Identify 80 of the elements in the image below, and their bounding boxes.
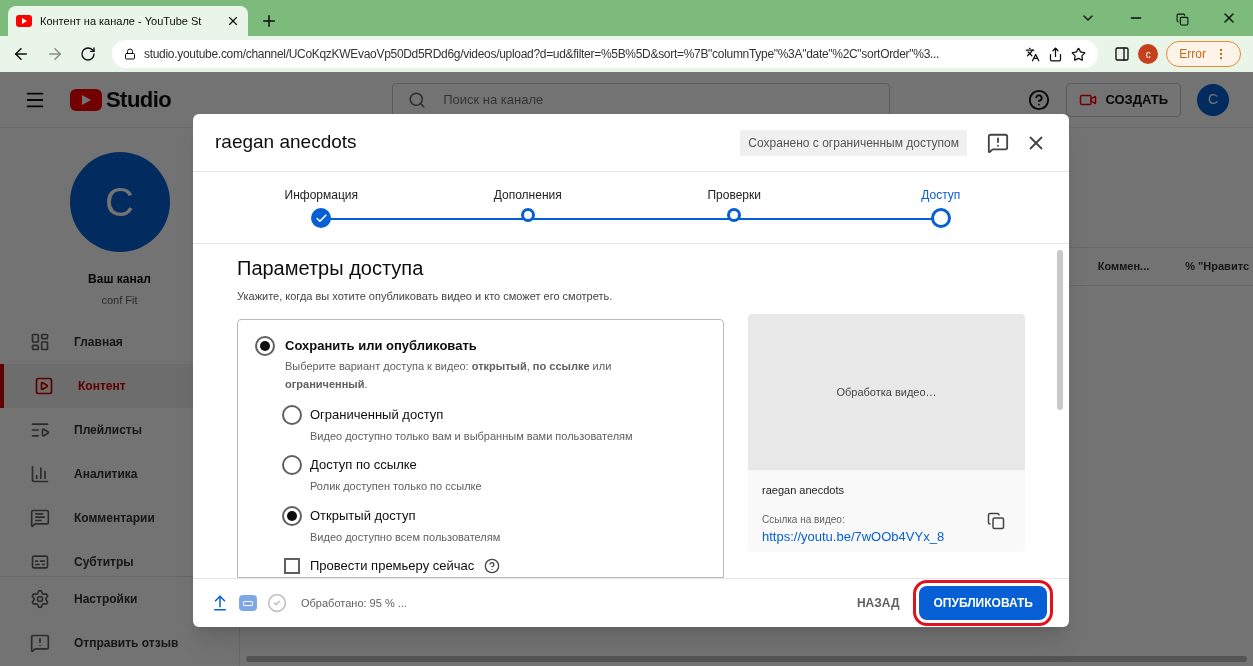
section-heading: Параметры доступа bbox=[237, 256, 425, 281]
search-icon bbox=[408, 90, 427, 109]
option-description: Выберите вариант доступа к видео: открытый, по ссылке или ограниченный. bbox=[285, 358, 613, 392]
create-button[interactable]: СОЗДАТЬ bbox=[1066, 82, 1181, 117]
comment-icon bbox=[30, 508, 50, 528]
dashboard-icon bbox=[30, 332, 50, 352]
feedback-icon bbox=[30, 633, 50, 653]
reload-icon[interactable] bbox=[80, 46, 96, 62]
nav-item[interactable]: Аналитика bbox=[0, 452, 239, 496]
step-label[interactable]: Информация bbox=[284, 186, 358, 206]
lock-icon bbox=[124, 48, 136, 60]
copy-icon[interactable] bbox=[987, 512, 1005, 530]
option-description: Видео доступно только вам и выбранным вами пользователям bbox=[310, 428, 633, 444]
account-avatar[interactable]: C bbox=[1197, 83, 1229, 116]
dialog-title: raegan anecdots bbox=[215, 130, 358, 155]
studio-logo-text: Studio bbox=[106, 86, 172, 114]
step-label[interactable]: Дополнения bbox=[493, 186, 562, 206]
option-description: Ролик доступен только по ссылке bbox=[310, 479, 482, 494]
radio-button[interactable] bbox=[282, 404, 302, 425]
checkbox[interactable] bbox=[284, 557, 300, 574]
option-label[interactable]: Ограниченный доступ bbox=[310, 404, 633, 425]
processing-status: Обработано: 95 % ... bbox=[301, 595, 407, 611]
option-label[interactable]: Сохранить или опубликовать bbox=[285, 335, 645, 356]
channel-name: conf Fit bbox=[101, 293, 138, 308]
video-link[interactable]: https://youtu.be/7wOOb4VYx_8 bbox=[762, 526, 987, 546]
nav-item[interactable]: Плейлисты bbox=[0, 408, 239, 452]
settings-icon bbox=[30, 589, 50, 609]
step-label[interactable]: Проверки bbox=[707, 186, 761, 206]
playlist-icon bbox=[30, 420, 50, 440]
video-title: raegan anecdots bbox=[762, 483, 845, 498]
new-tab-icon[interactable] bbox=[260, 12, 278, 30]
processing-text: Обработка видео… bbox=[836, 384, 937, 400]
error-button[interactable]: Error bbox=[1166, 41, 1241, 67]
tab-title: Контент на канале - YouTube St bbox=[40, 13, 203, 29]
radio-button[interactable] bbox=[282, 455, 302, 475]
restore-icon[interactable] bbox=[1176, 13, 1189, 26]
step-done-icon[interactable] bbox=[311, 208, 332, 228]
bar-chart-icon bbox=[30, 464, 50, 484]
checkbox-label[interactable]: Провести премьеру сейчас bbox=[310, 556, 475, 576]
bookmark-star-icon[interactable] bbox=[1071, 46, 1087, 62]
back-button[interactable]: НАЗАД bbox=[848, 586, 908, 620]
nav-item[interactable]: Главная bbox=[0, 320, 239, 364]
share-icon[interactable] bbox=[1048, 46, 1064, 62]
nav-item[interactable]: Настройки bbox=[0, 577, 239, 621]
option-label[interactable]: Открытый доступ bbox=[310, 505, 501, 526]
side-panel-icon[interactable] bbox=[1114, 46, 1131, 62]
section-description: Укажите, когда вы хотите опубликовать видео и кто сможет его смотреть. bbox=[237, 289, 614, 304]
forward-icon[interactable] bbox=[46, 45, 64, 63]
nav-item[interactable]: Отправить отзыв bbox=[0, 621, 239, 665]
upload-icon bbox=[211, 594, 229, 612]
option-description: Видео доступно всем пользователям bbox=[310, 529, 501, 545]
saved-status-badge: Сохранено с ограниченным доступом bbox=[740, 129, 967, 156]
step-label[interactable]: Доступ bbox=[921, 186, 961, 206]
channel-title: Ваш канал bbox=[88, 271, 151, 288]
subtitles-icon bbox=[30, 552, 50, 572]
nav-item[interactable]: Комментарии bbox=[0, 496, 239, 540]
nav-item[interactable]: Субтитры bbox=[0, 540, 239, 576]
check-circle-icon bbox=[267, 593, 287, 613]
radio-button[interactable] bbox=[255, 335, 275, 356]
column-header[interactable]: % "Нравитс bbox=[1185, 258, 1249, 275]
play-logo-icon bbox=[16, 15, 32, 27]
help-icon[interactable] bbox=[484, 557, 501, 574]
browser-tab[interactable]: Контент на канале - YouTube St bbox=[8, 6, 248, 36]
link-label: Ссылка на видео: bbox=[762, 512, 846, 527]
play-logo-icon bbox=[70, 88, 102, 111]
help-icon[interactable] bbox=[1028, 88, 1051, 111]
address-field[interactable]: studio.youtube.com/channel/UCoKqzKWEvaoVp50Dd5RDd6g/videos/upload?d=ud&filter=%5B%5D&sort=%7B"columnType"%3A"date"%2C"sortOrder"%3... bbox=[112, 40, 1099, 68]
vertical-scrollbar[interactable] bbox=[1057, 250, 1063, 410]
feedback-icon[interactable] bbox=[987, 131, 1009, 154]
video-library-icon bbox=[34, 376, 54, 396]
close-icon[interactable] bbox=[226, 14, 240, 28]
back-icon[interactable] bbox=[12, 45, 30, 63]
column-header[interactable]: Коммен... bbox=[1097, 258, 1150, 275]
url-text: studio.youtube.com/channel/UCoKqzKWEvaoVp50Dd5RDd6g/videos/upload?d=ud&filter=%5B%5D&sort=%7B"columnType"%3A"date"%2C"sortOrder"%3... bbox=[144, 46, 941, 63]
channel-avatar[interactable]: C bbox=[69, 152, 170, 252]
option-label[interactable]: Доступ по ссылке bbox=[310, 455, 482, 475]
sd-quality-icon bbox=[239, 595, 257, 611]
profile-avatar[interactable]: c bbox=[1138, 44, 1159, 64]
radio-button[interactable] bbox=[282, 505, 302, 526]
translate-icon[interactable] bbox=[1025, 46, 1041, 62]
